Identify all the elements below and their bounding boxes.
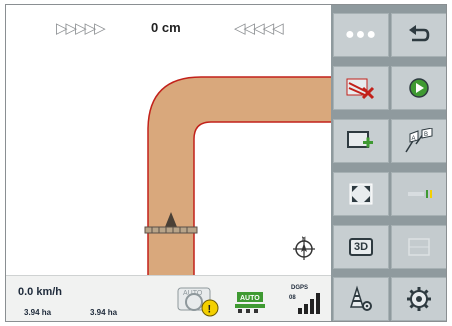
app-frame: N ▷▷▷▷▷ 0 cm ◁◁◁◁◁ 0.0 km/h 3.94 ha 3.94…: [5, 4, 447, 322]
delete-area-icon: [346, 78, 375, 100]
gps-satellite-count: 08: [289, 295, 296, 301]
more-dots-icon: ●●●: [345, 26, 377, 43]
add-boundary-button[interactable]: [333, 119, 389, 163]
area-worked: 3.94 ha: [24, 308, 52, 317]
auto-steering-warning-icon[interactable]: AUTO !: [176, 284, 222, 320]
delete-worked-area-button[interactable]: [333, 66, 389, 110]
tractor-implement-icon: [144, 212, 198, 234]
add-area-icon: [347, 131, 373, 148]
auto-label: AUTO: [183, 290, 203, 297]
3d-view-button[interactable]: 3D: [333, 225, 389, 269]
svg-text:!: !: [208, 304, 212, 316]
menu-button[interactable]: ●●●: [333, 13, 389, 57]
section-toggle-icon: [408, 190, 432, 198]
function-sidebar: ●●● A B 3D: [331, 5, 446, 321]
steer-right-arrows: ◁◁◁◁◁: [234, 19, 284, 37]
area-total: 3.94 ha: [90, 308, 118, 317]
cone-gear-icon: [349, 285, 372, 311]
ab-flags-icon: A B: [405, 128, 433, 153]
svg-text:B: B: [424, 132, 428, 138]
ab-line-button[interactable]: A B: [391, 119, 446, 163]
expand-icon: [349, 183, 373, 205]
back-button[interactable]: [391, 13, 446, 57]
full-screen-button[interactable]: [333, 172, 389, 216]
gps-signal-icon: [298, 293, 320, 314]
steer-left-arrows: ▷▷▷▷▷: [56, 19, 106, 37]
section-control-auto-icon[interactable]: AUTO: [234, 290, 268, 316]
play-icon: [409, 78, 429, 98]
field-view-icon: [408, 238, 430, 256]
3d-view-icon: 3D: [348, 238, 374, 256]
auto-badge-label: AUTO: [240, 295, 260, 302]
field-view-button[interactable]: [391, 225, 446, 269]
status-bar: 0.0 km/h 3.94 ha 3.94 ha AUTO ! AUTO DGP…: [6, 275, 331, 321]
lightbar: ▷▷▷▷▷ 0 cm ◁◁◁◁◁: [6, 19, 331, 39]
svg-text:A: A: [412, 136, 416, 142]
guidance-settings-button[interactable]: [333, 277, 389, 321]
settings-button[interactable]: [391, 277, 446, 321]
gear-icon: [407, 287, 431, 311]
svg-text:N: N: [302, 237, 306, 243]
section-toggle-button[interactable]: [391, 172, 446, 216]
cross-track-offset: 0 cm: [151, 20, 181, 35]
play-button[interactable]: [391, 66, 446, 110]
undo-arrow-icon: [409, 25, 430, 42]
compass-icon[interactable]: N: [290, 233, 318, 261]
field-map[interactable]: N ▷▷▷▷▷ 0 cm ◁◁◁◁◁: [6, 5, 331, 275]
speed-readout: 0.0 km/h: [18, 286, 63, 298]
